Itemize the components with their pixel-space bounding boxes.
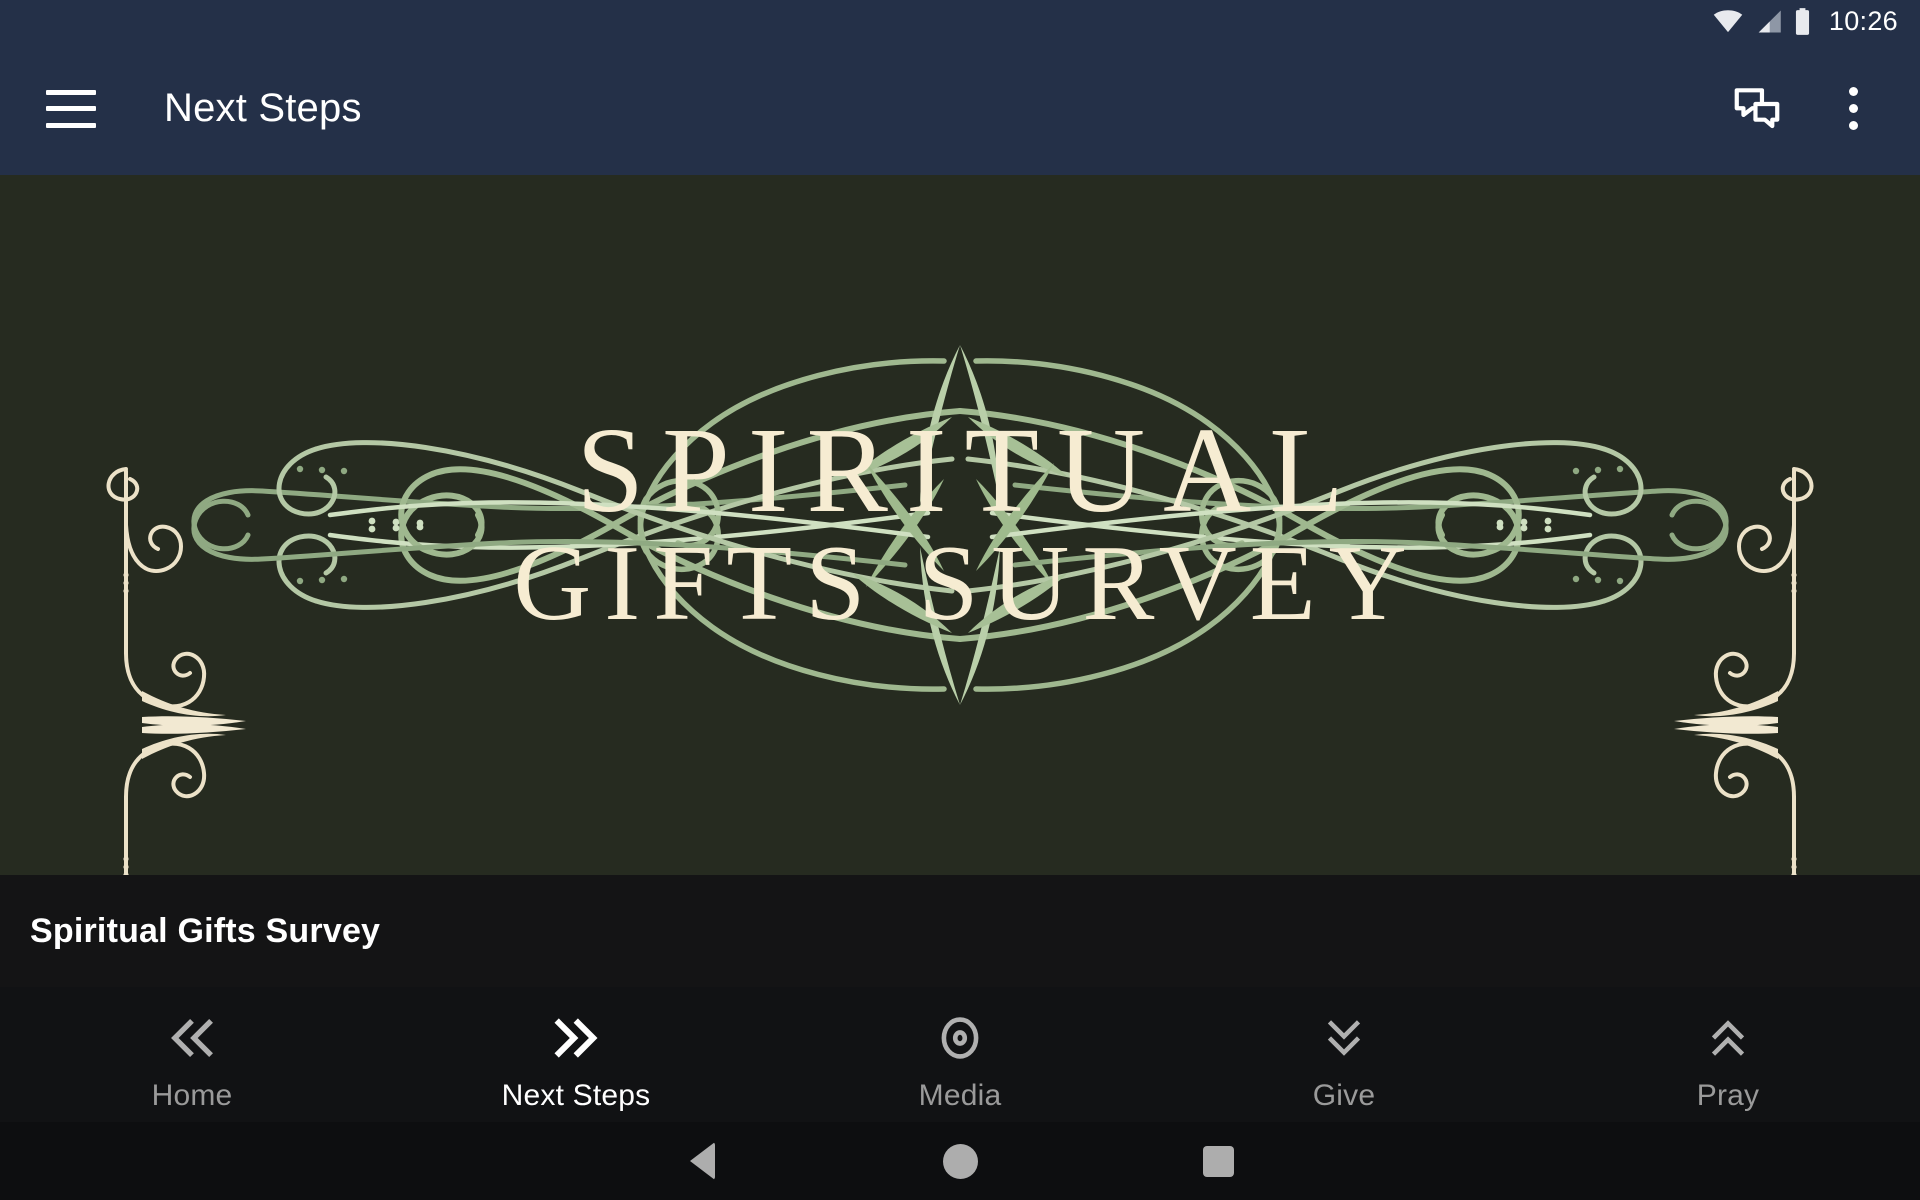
- cellular-signal-icon: [1755, 9, 1782, 33]
- nav-label-home: Home: [151, 1079, 233, 1112]
- home-circle-icon[interactable]: [831, 1122, 1089, 1200]
- status-bar: 10:26: [0, 0, 1920, 42]
- messages-icon[interactable]: [1726, 78, 1788, 140]
- back-triangle-icon[interactable]: [573, 1122, 831, 1200]
- battery-icon: [1794, 7, 1811, 35]
- nav-label-media: Media: [918, 1079, 1002, 1112]
- recents-square-icon[interactable]: [1089, 1122, 1347, 1200]
- nav-label-pray: Pray: [1696, 1079, 1760, 1112]
- wifi-icon: [1713, 9, 1743, 33]
- nav-item-home[interactable]: Home: [22, 1011, 362, 1113]
- double-chevron-up-icon: [1703, 1011, 1753, 1065]
- overflow-menu-icon[interactable]: [1822, 78, 1884, 140]
- content-caption-bar: Spiritual Gifts Survey: [0, 875, 1920, 987]
- nav-label-next-steps: Next Steps: [501, 1079, 651, 1112]
- app-root: 10:26 Next Steps SPIRITUAL GIFTS SURVEY …: [0, 0, 1920, 1200]
- app-bar-actions: [1726, 78, 1896, 140]
- app-bar: Next Steps: [0, 42, 1920, 175]
- double-chevron-right-icon: [551, 1011, 601, 1065]
- double-chevron-down-icon: [1319, 1011, 1369, 1065]
- page-title: Next Steps: [164, 86, 362, 130]
- nav-item-next-steps[interactable]: Next Steps: [406, 1011, 746, 1113]
- hamburger-menu-icon[interactable]: [46, 89, 96, 128]
- nav-label-give: Give: [1312, 1079, 1376, 1112]
- nav-item-give[interactable]: Give: [1174, 1011, 1514, 1113]
- content-title: Spiritual Gifts Survey: [30, 911, 381, 950]
- status-bar-clock: 10:26: [1828, 5, 1898, 36]
- circle-dot-icon: [937, 1011, 983, 1065]
- banner-ornament-graphics: [106, 175, 1814, 875]
- nav-item-media[interactable]: Media: [790, 1011, 1130, 1113]
- banner-image[interactable]: SPIRITUAL GIFTS SURVEY: [0, 175, 1920, 875]
- double-chevron-left-icon: [167, 1011, 217, 1065]
- android-system-navigation-bar: [0, 1122, 1920, 1200]
- nav-item-pray[interactable]: Pray: [1558, 1011, 1898, 1113]
